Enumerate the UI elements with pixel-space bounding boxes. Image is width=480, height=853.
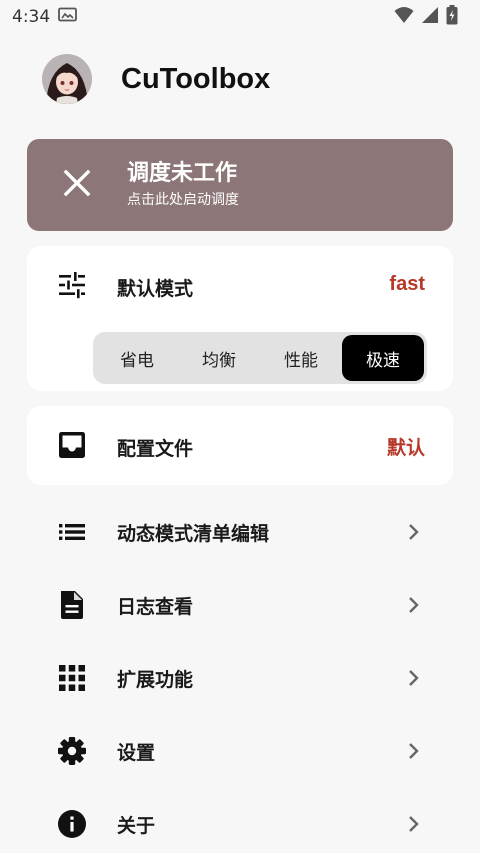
tune-sliders-icon [57, 270, 87, 300]
chevron-right-icon [403, 741, 423, 761]
gear-icon [57, 736, 87, 766]
mode-segmented-control: 省电 均衡 性能 极速 [93, 332, 427, 384]
apps-grid-icon [57, 663, 87, 693]
mode-option-performance[interactable]: 性能 [260, 335, 342, 381]
menu-item-label: 关于 [117, 814, 156, 837]
signal-icon [421, 6, 439, 28]
default-mode-value: fast [389, 273, 425, 295]
avatar[interactable] [42, 54, 92, 104]
app-header: CuToolbox [42, 54, 270, 104]
menu-item-label: 动态模式清单编辑 [117, 522, 270, 545]
menu-item-label: 扩展功能 [117, 668, 194, 691]
menu-item-log-viewer[interactable]: 日志查看 [27, 575, 453, 635]
scheduler-status-title: 调度未工作 [127, 161, 238, 186]
menu-item-settings[interactable]: 设置 [27, 721, 453, 781]
config-file-label: 配置文件 [117, 438, 194, 460]
scheduler-status-subtitle: 点击此处启动调度 [127, 192, 239, 208]
cast-icon [58, 7, 78, 28]
mode-option-fast[interactable]: 极速 [342, 335, 424, 381]
close-icon [61, 167, 93, 203]
mode-option-balanced[interactable]: 均衡 [178, 335, 260, 381]
inbox-tray-icon [57, 430, 87, 460]
scheduler-status-card[interactable]: 调度未工作 点击此处启动调度 [27, 139, 453, 231]
status-bar: 4:34 [0, 0, 480, 34]
menu-item-about[interactable]: 关于 [27, 794, 453, 853]
chevron-right-icon [403, 522, 423, 542]
menu-item-label: 设置 [117, 741, 156, 764]
info-icon [57, 809, 87, 839]
document-icon [57, 590, 87, 620]
mode-option-power-save[interactable]: 省电 [96, 335, 178, 381]
battery-charging-icon [446, 5, 458, 29]
list-icon [57, 517, 87, 547]
config-file-value: 默认 [386, 437, 425, 459]
chevron-right-icon [403, 668, 423, 688]
chevron-right-icon [403, 595, 423, 615]
menu-item-extensions[interactable]: 扩展功能 [27, 648, 453, 708]
wifi-icon [394, 6, 414, 28]
default-mode-card: 默认模式 fast 省电 均衡 性能 极速 [27, 246, 453, 391]
menu-item-dynamic-mode-list[interactable]: 动态模式清单编辑 [27, 502, 453, 562]
menu-item-label: 日志查看 [117, 595, 194, 618]
default-mode-label: 默认模式 [117, 278, 194, 300]
app-title: CuToolbox [121, 62, 271, 95]
config-file-card[interactable]: 配置文件 默认 [27, 406, 453, 485]
chevron-right-icon [403, 814, 423, 834]
status-time: 4:34 [12, 7, 51, 27]
